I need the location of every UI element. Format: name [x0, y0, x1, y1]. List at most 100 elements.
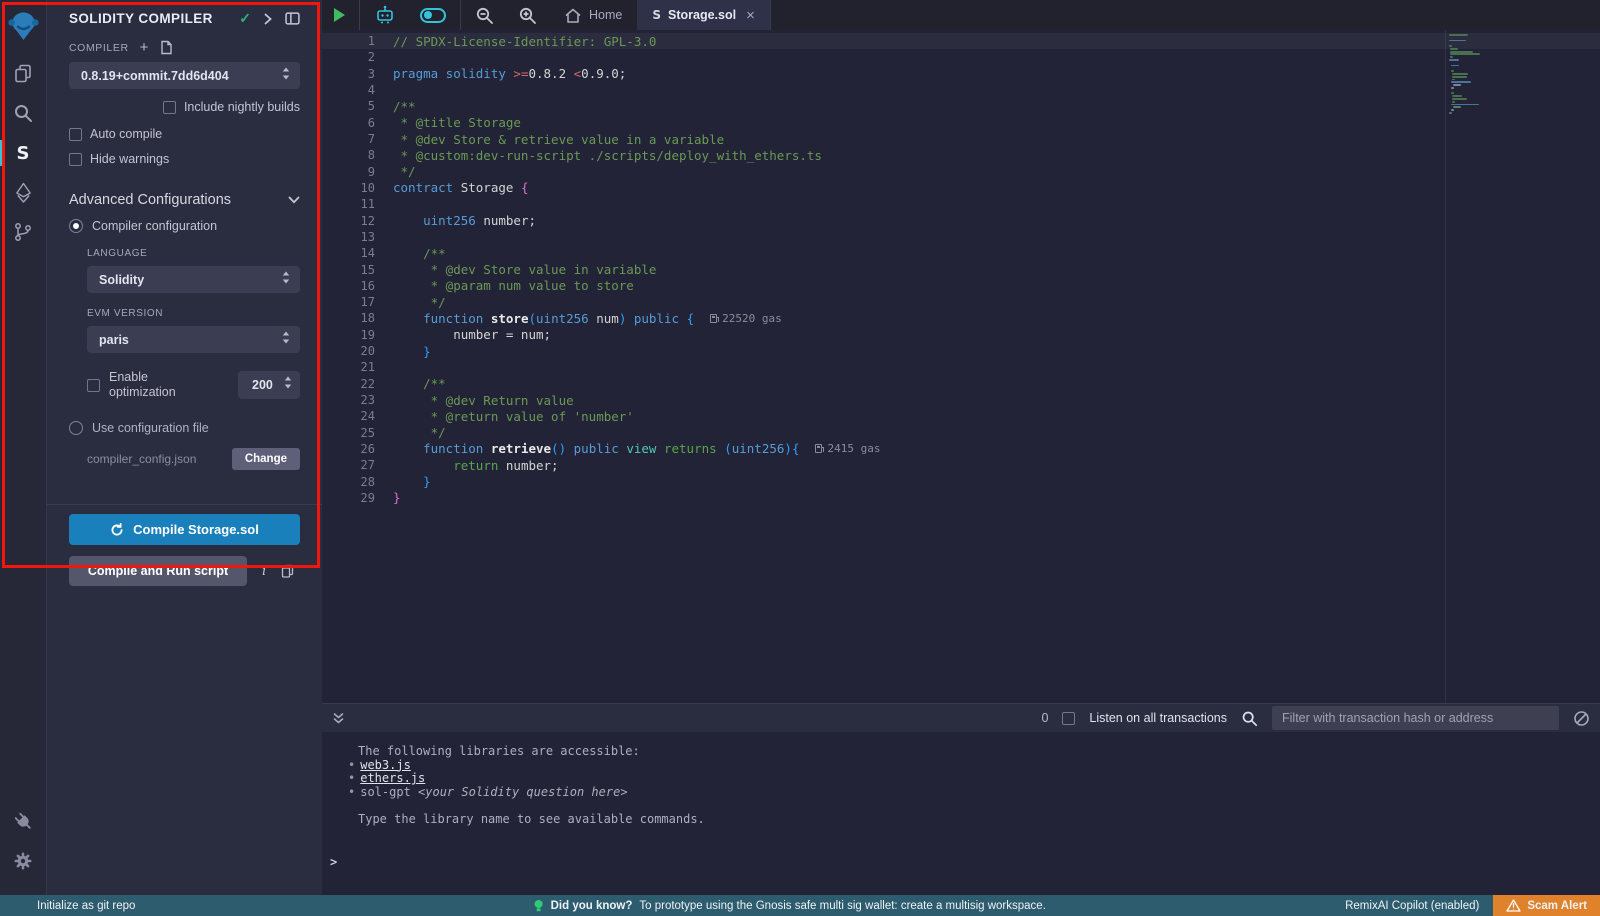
compiler-configuration-radio[interactable]: [69, 219, 83, 233]
code-line[interactable]: 10contract Storage {: [322, 180, 1600, 196]
terminal-blank-line: [322, 799, 1600, 813]
zoom-out-icon[interactable]: [463, 0, 506, 30]
remix-logo[interactable]: [7, 5, 40, 45]
terminal-prompt[interactable]: >: [322, 856, 1600, 870]
settings-gear-icon[interactable]: [0, 841, 46, 881]
code-line[interactable]: 27 return number;: [322, 457, 1600, 473]
change-config-button[interactable]: Change: [232, 448, 300, 470]
open-file-icon[interactable]: [159, 40, 173, 55]
code-line[interactable]: 25 */: [322, 425, 1600, 441]
code-line[interactable]: 22 /**: [322, 376, 1600, 392]
language-select[interactable]: Solidity: [87, 266, 300, 293]
copy-icon[interactable]: [281, 564, 294, 578]
code-line[interactable]: 15 * @dev Store value in variable: [322, 261, 1600, 277]
terminal-output[interactable]: The following libraries are accessible:•…: [322, 732, 1600, 895]
info-icon[interactable]: i: [262, 564, 266, 579]
optimization-runs-input[interactable]: 200: [238, 371, 300, 399]
compiler-section-label: COMPILER: [69, 42, 129, 54]
run-script-play-button[interactable]: [322, 0, 357, 30]
tab-home[interactable]: Home: [549, 0, 637, 30]
close-tab-icon[interactable]: ×: [746, 7, 755, 24]
code-line[interactable]: 13: [322, 229, 1600, 245]
line-number: 5: [322, 99, 375, 113]
line-number: 20: [322, 344, 375, 358]
library-link[interactable]: ethers.js: [360, 771, 425, 785]
line-number: 21: [322, 360, 375, 374]
code-line[interactable]: 12 uint256 number;: [322, 212, 1600, 228]
code-line[interactable]: 29}: [322, 490, 1600, 506]
code-line[interactable]: 3pragma solidity >=0.8.2 <0.9.0;: [322, 66, 1600, 82]
plugin-manager-icon[interactable]: [0, 801, 46, 841]
code-line[interactable]: 7 * @dev Store & retrieve value in a var…: [322, 131, 1600, 147]
code-line[interactable]: 14 /**: [322, 245, 1600, 261]
code-line[interactable]: 17 */: [322, 294, 1600, 310]
code-line[interactable]: 26 function retrieve() public view retur…: [322, 441, 1600, 457]
code-line[interactable]: 18 function store(uint256 num) public {2…: [322, 310, 1600, 326]
code-line[interactable]: 28 }: [322, 473, 1600, 489]
code-line[interactable]: 5/**: [322, 98, 1600, 114]
code-line[interactable]: 16 * @param num value to store: [322, 278, 1600, 294]
code-line[interactable]: 9 */: [322, 164, 1600, 180]
code-line[interactable]: 8 * @custom:dev-run-script ./scripts/dep…: [322, 147, 1600, 163]
code-line[interactable]: 23 * @dev Return value: [322, 392, 1600, 408]
code-line[interactable]: 6 * @title Storage: [322, 115, 1600, 131]
code-line[interactable]: 19 number = num;: [322, 327, 1600, 343]
terminal-search-icon[interactable]: [1241, 710, 1258, 727]
ai-copilot-robot-icon[interactable]: [362, 0, 408, 30]
transaction-filter-input[interactable]: [1272, 706, 1559, 730]
add-compiler-icon[interactable]: +: [140, 43, 149, 53]
enable-optimization-checkbox[interactable]: [87, 379, 100, 392]
library-link[interactable]: web3.js: [360, 758, 411, 772]
scam-alert-badge[interactable]: Scam Alert: [1493, 895, 1600, 916]
listen-transactions-checkbox[interactable]: [1062, 712, 1075, 725]
terminal-library-link-line[interactable]: •ethers.js: [322, 772, 1600, 786]
line-number: 1: [322, 34, 375, 48]
compiler-version-select[interactable]: 0.8.19+commit.7dd6d404: [69, 62, 300, 89]
compile-button[interactable]: Compile Storage.sol: [69, 514, 300, 545]
compiler-configuration-radio-row[interactable]: Compiler configuration: [69, 219, 300, 233]
line-number: 8: [322, 148, 375, 162]
code-editor[interactable]: 1// SPDX-License-Identifier: GPL-3.023pr…: [322, 30, 1600, 703]
code-line[interactable]: 21: [322, 359, 1600, 375]
copilot-toggle[interactable]: [408, 0, 458, 30]
nightly-builds-checkbox[interactable]: [163, 101, 176, 114]
transaction-count-badge: 0: [1041, 711, 1048, 725]
terminal-library-link-line[interactable]: •web3.js: [322, 759, 1600, 773]
git-init-label[interactable]: Initialize as git repo: [37, 900, 135, 912]
line-number: 9: [322, 165, 375, 179]
hide-warnings-checkbox[interactable]: [69, 153, 82, 166]
zoom-in-icon[interactable]: [506, 0, 549, 30]
compile-and-run-button[interactable]: Compile and Run script: [69, 556, 247, 586]
copilot-status-label[interactable]: RemixAI Copilot (enabled): [1345, 900, 1479, 912]
solidity-file-icon: S: [652, 8, 661, 22]
clear-console-icon[interactable]: [1573, 710, 1590, 727]
deploy-run-icon[interactable]: [0, 173, 46, 213]
git-icon[interactable]: [0, 213, 46, 251]
code-line[interactable]: 11: [322, 196, 1600, 212]
solidity-compiler-icon[interactable]: S: [0, 133, 46, 173]
evm-version-value: paris: [99, 333, 129, 347]
code-line[interactable]: 4: [322, 82, 1600, 98]
code-line[interactable]: 1// SPDX-License-Identifier: GPL-3.0: [322, 33, 1600, 49]
listen-transactions-label: Listen on all transactions: [1089, 711, 1227, 725]
code-line[interactable]: 2: [322, 49, 1600, 65]
auto-compile-checkbox[interactable]: [69, 128, 82, 141]
use-configuration-file-radio[interactable]: [69, 421, 83, 435]
code-line[interactable]: 20 }: [322, 343, 1600, 359]
use-configuration-file-radio-row[interactable]: Use configuration file: [69, 421, 300, 435]
compile-success-check-icon: ✓: [239, 10, 251, 27]
search-icon[interactable]: [0, 93, 46, 133]
tab-storage-sol[interactable]: S Storage.sol ×: [637, 0, 771, 30]
config-file-name[interactable]: compiler_config.json: [87, 452, 196, 466]
terminal-text-line: The following libraries are accessible:: [322, 745, 1600, 759]
pin-panel-icon[interactable]: [285, 12, 300, 25]
code-line[interactable]: 24 * @return value of 'number': [322, 408, 1600, 424]
chevron-right-icon[interactable]: [264, 13, 272, 25]
collapse-terminal-icon[interactable]: [332, 712, 345, 725]
nightly-builds-label: Include nightly builds: [184, 100, 300, 114]
editor-minimap[interactable]: [1445, 30, 1521, 703]
advanced-configurations-toggle[interactable]: Advanced Configurations: [69, 192, 300, 208]
line-number: 4: [322, 83, 375, 97]
file-explorer-icon[interactable]: [0, 53, 46, 93]
evm-version-select[interactable]: paris: [87, 326, 300, 353]
